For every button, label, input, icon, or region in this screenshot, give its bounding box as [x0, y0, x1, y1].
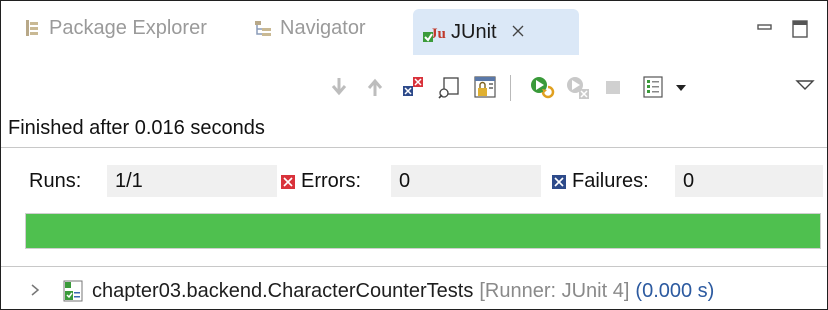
lock-button[interactable] [473, 75, 497, 99]
rerun-icon [531, 77, 555, 99]
chevron-right-icon [31, 284, 40, 296]
error-icon [281, 175, 295, 189]
stop-button[interactable] [601, 75, 625, 99]
toolbar-separator [510, 75, 511, 101]
close-tab-button[interactable] [511, 22, 525, 43]
rerun-failed-first-icon [567, 77, 589, 99]
junit-toolbar [1, 55, 827, 115]
errors-label-wrap: Errors: [281, 170, 361, 193]
history-dropdown-icon [676, 85, 686, 91]
test-class-name: chapter03.backend.CharacterCounterTests [92, 279, 474, 302]
view-menu-button[interactable] [794, 75, 818, 99]
failures-label: Failures: [572, 170, 649, 192]
tab-junit[interactable]: Ju JUnit [413, 9, 579, 55]
previous-failure-icon [367, 78, 383, 96]
tab-package-explorer[interactable]: Package Explorer [23, 15, 207, 41]
expand-toggle[interactable] [30, 283, 40, 296]
lock-icon [474, 76, 496, 98]
rerun-failed-first-button[interactable] [565, 75, 589, 99]
show-failures-only-icon [403, 77, 423, 96]
maximize-icon [792, 20, 808, 38]
package-explorer-icon [23, 19, 41, 37]
history-icon [643, 76, 663, 98]
navigator-icon [254, 19, 272, 37]
minimize-button[interactable] [756, 19, 774, 42]
runs-label: Runs: [29, 170, 82, 192]
divider [1, 147, 827, 148]
divider [1, 266, 827, 267]
test-time: (0.000 s) [635, 279, 715, 302]
errors-label: Errors: [301, 170, 361, 192]
junit-icon: Ju [421, 23, 446, 42]
tab-label: JUnit [451, 20, 497, 43]
history-dropdown-button[interactable] [673, 75, 697, 99]
previous-failure-button[interactable] [363, 75, 387, 99]
scroll-lock-icon [438, 77, 459, 99]
errors-value: 0 [391, 165, 541, 197]
status-text: Finished after 0.016 seconds [8, 117, 265, 139]
tab-label: Package Explorer [49, 16, 207, 39]
failure-icon [552, 175, 566, 189]
test-class-icon [63, 280, 83, 302]
rerun-button[interactable] [529, 75, 555, 99]
tab-navigator[interactable]: Navigator [254, 15, 366, 41]
history-button[interactable] [641, 75, 665, 99]
failures-label-wrap: Failures: [552, 170, 649, 193]
runner-label: [Runner: JUnit 4] [479, 279, 630, 302]
next-failure-button[interactable] [327, 75, 351, 99]
scroll-lock-button[interactable] [437, 75, 461, 99]
minimize-icon [757, 24, 772, 30]
view-tab-bar: Package Explorer Navigator Ju JUnit [1, 1, 827, 55]
close-icon [512, 25, 524, 36]
counter-panel: Runs: 1/1 Errors: 0 Failures: 0 [1, 162, 827, 198]
tab-label: Navigator [280, 16, 366, 39]
test-tree-row[interactable]: chapter03.backend.CharacterCounterTests … [62, 276, 714, 306]
next-failure-icon [331, 78, 347, 96]
runs-value: 1/1 [107, 165, 277, 197]
maximize-button[interactable] [791, 19, 809, 44]
show-failures-only-button[interactable] [401, 75, 425, 99]
failures-value: 0 [675, 165, 823, 197]
stop-icon [606, 81, 620, 94]
test-progress-bar [25, 213, 821, 249]
view-menu-icon [795, 80, 815, 90]
